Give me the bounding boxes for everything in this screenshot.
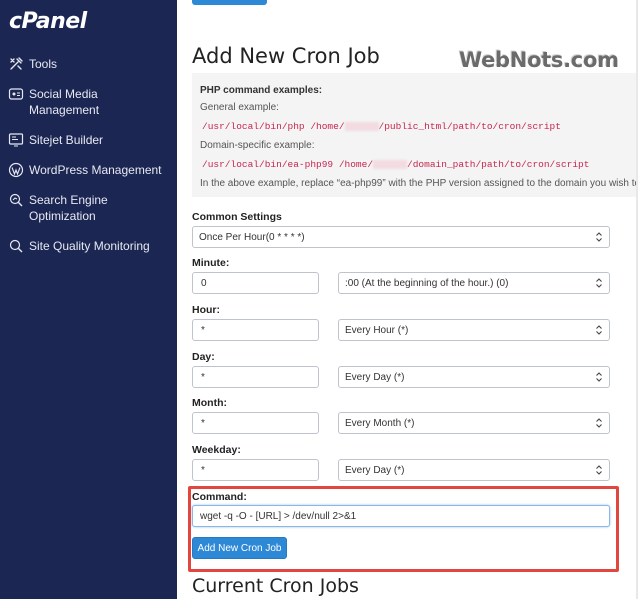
sitejet-icon — [8, 133, 24, 147]
seo-icon — [9, 193, 23, 207]
command-label: Command: — [192, 491, 247, 503]
day-select[interactable]: Every Day (*) — [338, 366, 610, 388]
weekday-select[interactable]: Every Day (*) — [338, 459, 610, 481]
day-label: Day: — [192, 351, 215, 363]
common-settings-label: Common Settings — [192, 211, 282, 223]
sidebar-item-label: Search Engine Optimization — [29, 193, 108, 223]
sidebar-item-tools[interactable]: Tools — [0, 52, 177, 76]
sidebar-item-label: Social Media Management — [29, 87, 100, 117]
common-settings-select[interactable]: Once Per Hour(0 * * * *) — [192, 226, 610, 248]
chevron-up-down-icon — [596, 465, 602, 475]
add-new-cron-job-button[interactable]: Add New Cron Job — [192, 537, 287, 559]
main-content: Add New Cron Job WebNots.com PHP command… — [177, 0, 638, 599]
wordpress-icon — [8, 162, 24, 178]
sidebar-item-label: Site Quality Monitoring — [29, 239, 150, 253]
social-media-icon — [8, 88, 24, 100]
hour-input[interactable]: * — [192, 319, 319, 341]
page-title: Add New Cron Job — [192, 44, 380, 68]
sidebar-nav: Tools Social Media Management Sitejet Bu… — [0, 50, 177, 258]
cpanel-logo[interactable]: cPanel — [9, 9, 87, 34]
hour-label: Hour: — [192, 304, 220, 316]
chevron-up-down-icon — [596, 418, 602, 428]
domain-example-code: /usr/local/bin/ea-php99 /home//domain_pa… — [202, 159, 590, 170]
sidebar-item-seo[interactable]: Search Engine Optimization — [0, 188, 177, 228]
chevron-up-down-icon — [596, 278, 602, 288]
examples-note: In the above example, replace “ea-php99”… — [200, 178, 638, 189]
select-value: Every Month (*) — [345, 417, 415, 429]
tools-icon — [10, 57, 23, 70]
redacted-username — [344, 121, 379, 131]
examples-title: PHP command examples: — [200, 85, 323, 96]
chevron-up-down-icon — [596, 232, 602, 242]
select-value: Once Per Hour(0 * * * *) — [199, 231, 305, 243]
sidebar-item-site-quality[interactable]: Site Quality Monitoring — [0, 234, 177, 258]
weekday-input[interactable]: * — [192, 459, 319, 481]
php-examples-panel: PHP command examples: General example: /… — [192, 73, 638, 197]
select-value: Every Day (*) — [345, 464, 405, 476]
sidebar-item-wordpress[interactable]: WordPress Management — [0, 158, 177, 182]
hour-select[interactable]: Every Hour (*) — [338, 319, 610, 341]
sidebar-item-sitejet[interactable]: Sitejet Builder — [0, 128, 177, 152]
top-button-edge[interactable] — [192, 0, 267, 5]
month-select[interactable]: Every Month (*) — [338, 412, 610, 434]
day-input[interactable]: * — [192, 366, 319, 388]
command-input[interactable]: wget -q -O - [URL] > /dev/null 2>&1 — [192, 505, 610, 527]
select-value: Every Hour (*) — [345, 324, 409, 336]
weekday-label: Weekday: — [192, 444, 241, 456]
sidebar-item-social-media[interactable]: Social Media Management — [0, 82, 177, 122]
sidebar-item-label: Sitejet Builder — [29, 133, 104, 147]
command-highlight-box — [188, 486, 619, 572]
minute-label: Minute: — [192, 257, 230, 269]
sidebar-item-label: WordPress Management — [29, 163, 162, 177]
chevron-up-down-icon — [596, 372, 602, 382]
site-quality-icon — [9, 239, 23, 253]
minute-select[interactable]: :00 (At the beginning of the hour.) (0) — [338, 272, 610, 294]
redacted-username — [373, 159, 408, 169]
select-value: Every Day (*) — [345, 371, 405, 383]
month-label: Month: — [192, 397, 227, 409]
general-example-code: /usr/local/bin/php /home//public_html/pa… — [202, 121, 561, 132]
sidebar-item-label: Tools — [29, 57, 58, 71]
domain-example-label: Domain-specific example: — [200, 140, 315, 151]
current-cron-jobs-title: Current Cron Jobs — [192, 575, 359, 597]
chevron-up-down-icon — [596, 325, 602, 335]
sidebar: cPanel Tools Social Media Management Sit… — [0, 0, 177, 599]
month-input[interactable]: * — [192, 412, 319, 434]
minute-input[interactable]: 0 — [192, 272, 319, 294]
watermark-logo: WebNots.com — [459, 48, 619, 72]
general-example-label: General example: — [200, 102, 279, 113]
select-value: :00 (At the beginning of the hour.) (0) — [345, 277, 509, 289]
